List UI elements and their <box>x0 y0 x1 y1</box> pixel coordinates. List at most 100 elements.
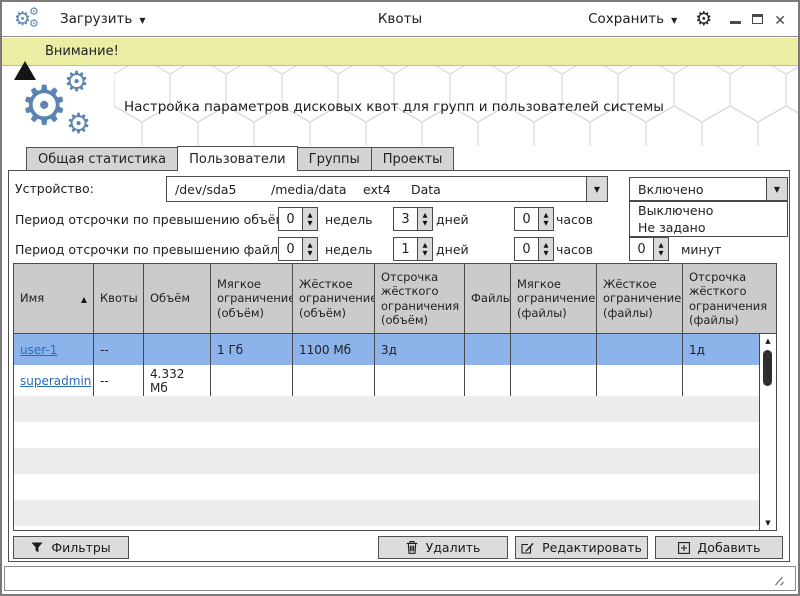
column-header-volume[interactable]: Объём <box>144 264 211 333</box>
table-actions: Удалить Редактировать Добавить <box>378 536 783 559</box>
column-header-grace-volume[interactable]: Отсрочка жёсткого ограничения (объём) <box>375 264 465 333</box>
down-arrow-icon[interactable] <box>544 220 549 227</box>
volume-weeks-spinner[interactable]: 0 <box>278 207 318 231</box>
down-arrow-icon[interactable] <box>659 250 664 257</box>
volume-hours-spinner[interactable]: 0 <box>514 207 554 231</box>
files-days-spinner[interactable]: 1 <box>393 237 433 261</box>
user-link[interactable]: superadmin <box>20 374 91 388</box>
warning-banner: ! Внимание! <box>2 38 798 66</box>
save-menu-label: Сохранить <box>588 11 664 27</box>
up-arrow-icon[interactable] <box>308 242 313 249</box>
down-arrow-icon[interactable] <box>308 250 313 257</box>
funnel-icon <box>31 542 43 553</box>
cell-hard-volume <box>293 365 375 396</box>
window-title: Квоты <box>378 11 422 27</box>
close-icon[interactable] <box>774 10 786 29</box>
filters-button[interactable]: Фильтры <box>13 536 129 559</box>
device-select[interactable]: /dev/sda5 /media/data ext4 Data <box>166 176 608 202</box>
column-header-label: Отсрочка жёсткого ограничения (файлы) <box>689 270 770 328</box>
column-header-files[interactable]: Файлы <box>465 264 511 333</box>
column-header-soft-files[interactable]: Мягкое ограничение (файлы) <box>511 264 597 333</box>
column-header-hard-files[interactable]: Жёсткое ограничение (файлы) <box>597 264 683 333</box>
delete-button-label: Удалить <box>426 540 481 555</box>
settings-gear-icon[interactable] <box>695 10 712 29</box>
down-arrow-icon[interactable] <box>423 220 428 227</box>
sort-ascending-icon <box>77 291 87 305</box>
column-header-quotas[interactable]: Квоты <box>94 264 144 333</box>
column-header-label: Мягкое ограничение (файлы) <box>517 277 595 320</box>
files-minutes-spinner[interactable]: 0 <box>629 237 669 261</box>
down-arrow-icon[interactable] <box>544 250 549 257</box>
resize-grip-icon[interactable] <box>772 575 785 587</box>
tab-general-statistics[interactable]: Общая статистика <box>26 147 178 171</box>
cell-volume <box>144 334 211 365</box>
spinner-arrows[interactable] <box>417 208 432 230</box>
down-arrow-icon[interactable] <box>308 220 313 227</box>
quotas-table: Имя Квоты Объём Мягкое ограничение (объё… <box>13 263 777 531</box>
delete-button[interactable]: Удалить <box>378 536 508 559</box>
add-button-label: Добавить <box>698 540 761 555</box>
column-header-grace-files[interactable]: Отсрочка жёсткого ограничения (файлы) <box>683 264 776 333</box>
load-menu-button[interactable]: Загрузить <box>60 11 146 27</box>
spinner-arrows[interactable] <box>302 238 317 260</box>
cell-soft-volume <box>211 365 293 396</box>
tab-groups[interactable]: Группы <box>297 147 372 171</box>
chevron-down-icon[interactable] <box>586 177 607 201</box>
warning-exclamation: ! <box>14 47 36 60</box>
dropdown-option-off[interactable]: Выключено <box>630 202 787 219</box>
cell-soft-files <box>511 334 597 365</box>
table-row-superadmin[interactable]: superadmin -- 4.332 Мб <box>14 365 759 396</box>
volume-days-spinner[interactable]: 3 <box>393 207 433 231</box>
files-weeks-spinner[interactable]: 0 <box>278 237 318 261</box>
device-label: Устройство: <box>15 181 94 196</box>
spinner-arrows[interactable] <box>538 238 553 260</box>
chevron-down-icon[interactable] <box>766 178 787 200</box>
quota-state-value: Включено <box>630 178 766 200</box>
column-header-soft-volume[interactable]: Мягкое ограничение (объём) <box>211 264 293 333</box>
column-header-label: Жёсткое ограничение (объём) <box>299 277 375 320</box>
cell-grace-files <box>683 365 759 396</box>
cell-files <box>465 365 511 396</box>
scroll-down-icon[interactable] <box>760 519 776 527</box>
dropdown-option-unset[interactable]: Не задано <box>630 219 787 236</box>
down-arrow-icon[interactable] <box>423 250 428 257</box>
tab-users[interactable]: Пользователи <box>177 146 298 171</box>
scrollbar-thumb[interactable] <box>763 350 772 386</box>
vertical-scrollbar[interactable] <box>759 334 776 530</box>
quota-state-select[interactable]: Включено <box>629 177 788 201</box>
files-hours-spinner[interactable]: 0 <box>514 237 554 261</box>
scroll-up-icon[interactable] <box>760 337 776 345</box>
column-header-name[interactable]: Имя <box>14 264 94 333</box>
spinner-arrows[interactable] <box>653 238 668 260</box>
gear-icon <box>20 79 68 133</box>
spinner-arrows[interactable] <box>417 238 432 260</box>
column-header-label: Отсрочка жёсткого ограничения (объём) <box>381 270 459 328</box>
days-unit-label: дней <box>436 242 469 257</box>
up-arrow-icon[interactable] <box>423 212 428 219</box>
cell-files <box>465 334 511 365</box>
maximize-icon[interactable] <box>752 14 763 24</box>
spinner-arrows[interactable] <box>538 208 553 230</box>
page-title: Настройка параметров дисковых квот для г… <box>124 99 664 115</box>
add-button[interactable]: Добавить <box>655 536 783 559</box>
device-path: /dev/sda5 <box>175 182 271 197</box>
up-arrow-icon[interactable] <box>659 242 664 249</box>
column-header-hard-volume[interactable]: Жёсткое ограничение (объём) <box>293 264 375 333</box>
spinner-arrows[interactable] <box>302 208 317 230</box>
up-arrow-icon[interactable] <box>308 212 313 219</box>
up-arrow-icon[interactable] <box>544 212 549 219</box>
tab-projects[interactable]: Проекты <box>371 147 455 171</box>
cell-hard-files <box>597 365 683 396</box>
user-link[interactable]: user-1 <box>20 343 57 357</box>
minimize-icon[interactable] <box>730 21 741 24</box>
table-row-user-1[interactable]: user-1 -- 1 Гб 1100 Мб 3д 1д <box>14 334 759 365</box>
up-arrow-icon[interactable] <box>423 242 428 249</box>
cell-hard-volume: 1100 Мб <box>293 334 375 365</box>
edit-pencil-icon <box>521 542 534 554</box>
edit-button[interactable]: Редактировать <box>515 536 648 559</box>
load-menu-label: Загрузить <box>60 11 132 27</box>
days-unit-label: дней <box>436 212 469 227</box>
up-arrow-icon[interactable] <box>544 242 549 249</box>
save-menu-button[interactable]: Сохранить <box>588 11 677 27</box>
app-logo-gears-icon <box>14 5 44 33</box>
